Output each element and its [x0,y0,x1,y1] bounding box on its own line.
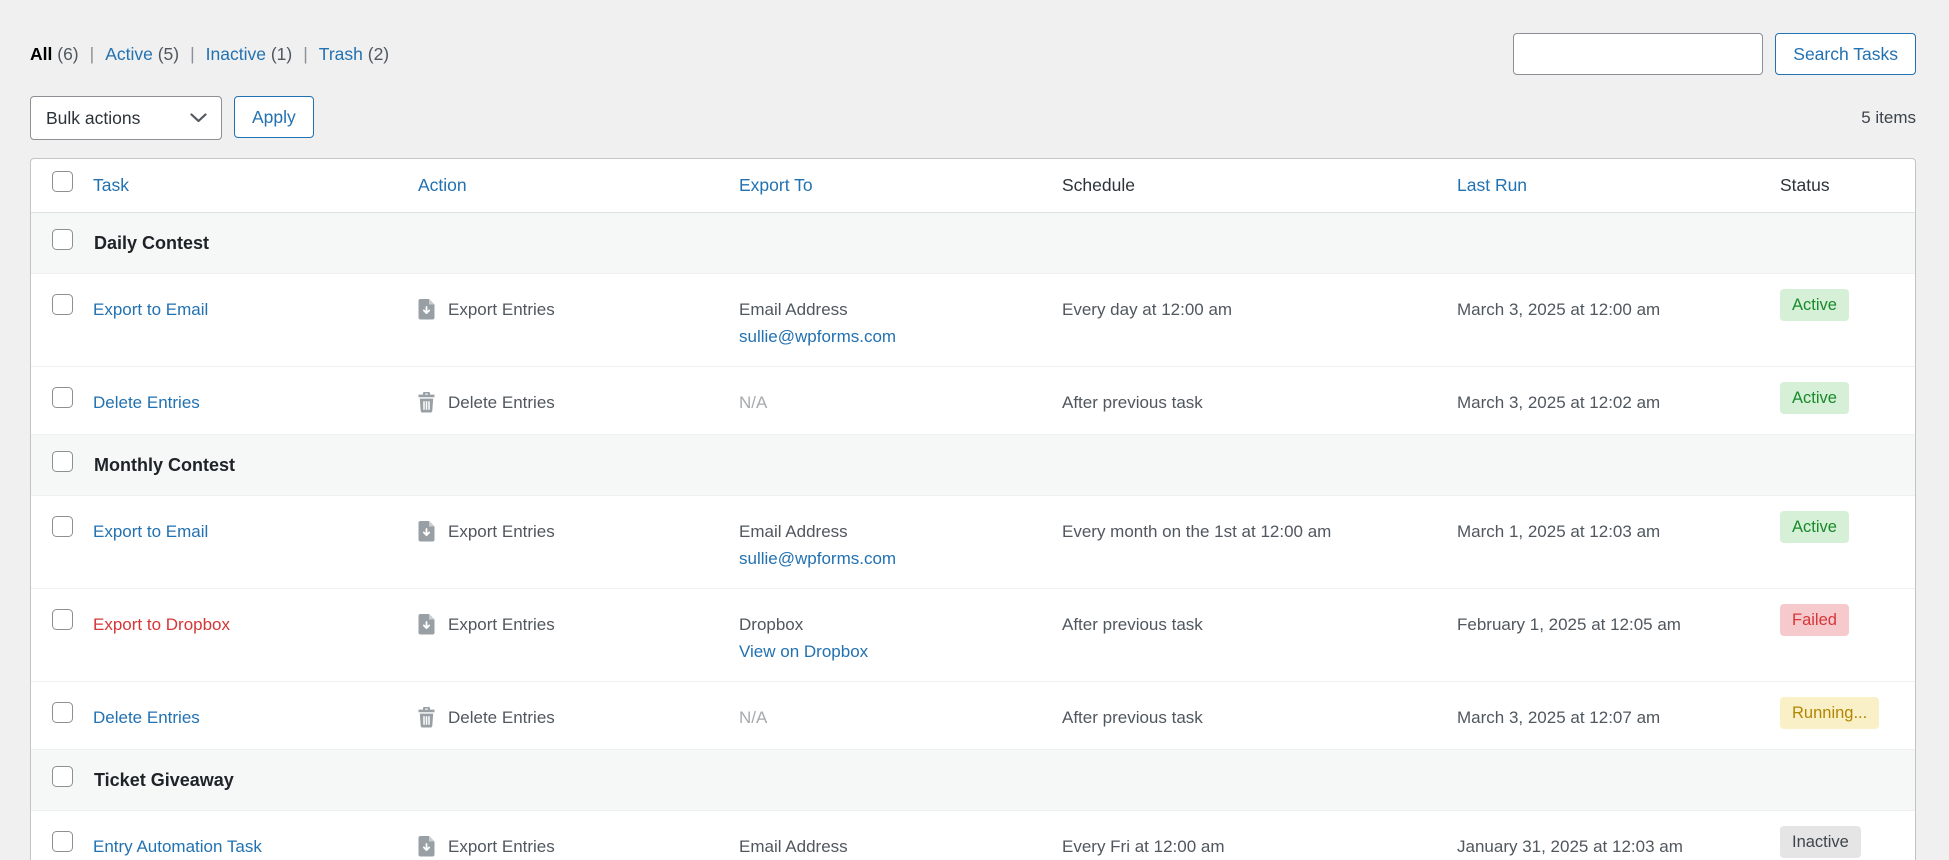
row-checkbox[interactable] [52,294,73,315]
filter-separator: | [303,44,308,64]
sort-by-action-link[interactable]: Action [418,175,467,195]
filter-separator: | [190,44,195,64]
group-title: Ticket Giveaway [94,770,234,790]
last-run-value: March 3, 2025 at 12:02 am [1457,367,1780,435]
table-row: Entry Automation Task Export Entries Ema… [31,811,1916,860]
action-label: Delete Entries [448,704,555,731]
status-badge: Active [1780,511,1849,543]
item-count: 5 items [1861,108,1916,128]
trash-icon [418,707,435,728]
action-label: Export Entries [448,296,555,323]
group-row-daily-contest: Daily Contest [31,213,1916,274]
file-download-icon [418,521,435,542]
export-to-label: Email Address [739,833,1046,860]
action-label: Export Entries [448,611,555,638]
apply-button[interactable]: Apply [234,96,314,138]
status-badge: Inactive [1780,826,1861,858]
top-bar: All (6) | Active (5) | Inactive (1) | Trash (2… [30,0,1916,75]
filter-separator: | [90,44,95,64]
table-row: Delete Entries Delete Entries N/A After … [31,682,1916,750]
last-run-value: March 3, 2025 at 12:07 am [1457,682,1780,750]
row-checkbox[interactable] [52,229,73,250]
row-checkbox[interactable] [52,831,73,852]
action-label: Delete Entries [448,389,555,416]
chevron-down-icon [190,113,207,123]
export-to-email-link[interactable]: sullie@wpforms.com [739,323,896,350]
export-to-label: Dropbox [739,611,1046,638]
last-run-value: March 3, 2025 at 12:00 am [1457,274,1780,367]
tasks-list-page: All (6) | Active (5) | Inactive (1) | Trash (2… [0,0,1949,860]
status-badge: Active [1780,289,1849,321]
table-header-row: Task Action Export To Schedule Last Run … [31,159,1916,213]
sort-by-export-to-link[interactable]: Export To [739,175,813,195]
row-checkbox[interactable] [52,451,73,472]
row-checkbox[interactable] [52,387,73,408]
action-label: Export Entries [448,518,555,545]
row-checkbox[interactable] [52,766,73,787]
view-on-dropbox-link[interactable]: View on Dropbox [739,638,868,665]
file-download-icon [418,614,435,635]
row-checkbox[interactable] [52,609,73,630]
filter-inactive[interactable]: Inactive (1) [206,44,293,64]
group-row-ticket-giveaway: Ticket Giveaway [31,750,1916,811]
export-to-label: N/A [739,389,1046,416]
schedule-value: After previous task [1062,682,1457,750]
search-area: Search Tasks [1513,33,1916,75]
select-all-checkbox[interactable] [52,171,73,192]
export-to-label: Email Address [739,518,1046,545]
tasks-table: Task Action Export To Schedule Last Run … [30,158,1916,860]
row-checkbox[interactable] [52,516,73,537]
task-name-link[interactable]: Delete Entries [93,393,200,412]
group-title: Daily Contest [94,233,209,253]
group-title: Monthly Contest [94,455,235,475]
status-badge: Failed [1780,604,1849,636]
bulk-actions-selected-value: Bulk actions [46,108,140,129]
column-header-task: Task [93,159,418,213]
export-to-label: N/A [739,704,1046,731]
column-header-schedule: Schedule [1062,159,1457,213]
task-name-link[interactable]: Export to Dropbox [93,615,230,634]
file-download-icon [418,299,435,320]
task-name-link[interactable]: Entry Automation Task [93,837,262,856]
column-header-last-run: Last Run [1457,159,1780,213]
filter-trash[interactable]: Trash (2) [319,44,389,64]
filter-all[interactable]: All (6) [30,44,79,64]
column-header-action: Action [418,159,739,213]
column-header-status: Status [1780,159,1916,213]
last-run-value: March 1, 2025 at 12:03 am [1457,496,1780,589]
search-input[interactable] [1513,33,1763,75]
trash-icon [418,392,435,413]
status-badge: Active [1780,382,1849,414]
bulk-actions-select[interactable]: Bulk actions [30,96,222,140]
task-name-link[interactable]: Export to Email [93,300,208,319]
sort-by-task-link[interactable]: Task [93,175,129,195]
group-row-monthly-contest: Monthly Contest [31,435,1916,496]
export-to-label: Email Address [739,296,1046,323]
action-label: Export Entries [448,833,555,860]
task-name-link[interactable]: Export to Email [93,522,208,541]
schedule-value: After previous task [1062,367,1457,435]
schedule-value: Every day at 12:00 am [1062,274,1457,367]
export-to-email-link[interactable]: sullie@wpforms.com [739,545,896,572]
bulk-actions-toolbar: Bulk actions Apply 5 items [30,96,1916,140]
sort-by-last-run-link[interactable]: Last Run [1457,175,1527,195]
last-run-value: January 31, 2025 at 12:03 am [1457,811,1780,860]
last-run-value: February 1, 2025 at 12:05 am [1457,589,1780,682]
table-row: Export to Dropbox Export Entries Dropbox… [31,589,1916,682]
file-download-icon [418,836,435,857]
task-name-link[interactable]: Delete Entries [93,708,200,727]
status-badge: Running... [1780,697,1879,729]
row-checkbox[interactable] [52,702,73,723]
schedule-value: Every month on the 1st at 12:00 am [1062,496,1457,589]
schedule-value: After previous task [1062,589,1457,682]
search-tasks-button[interactable]: Search Tasks [1775,33,1916,75]
status-filter-links: All (6) | Active (5) | Inactive (1) | Trash (2… [30,33,389,65]
column-header-export-to: Export To [739,159,1062,213]
schedule-value: Every Fri at 12:00 am [1062,811,1457,860]
filter-active[interactable]: Active (5) [105,44,179,64]
table-row: Export to Email Export Entries Email Add… [31,496,1916,589]
table-row: Export to Email Export Entries Email Add… [31,274,1916,367]
table-row: Delete Entries Delete Entries N/A After … [31,367,1916,435]
